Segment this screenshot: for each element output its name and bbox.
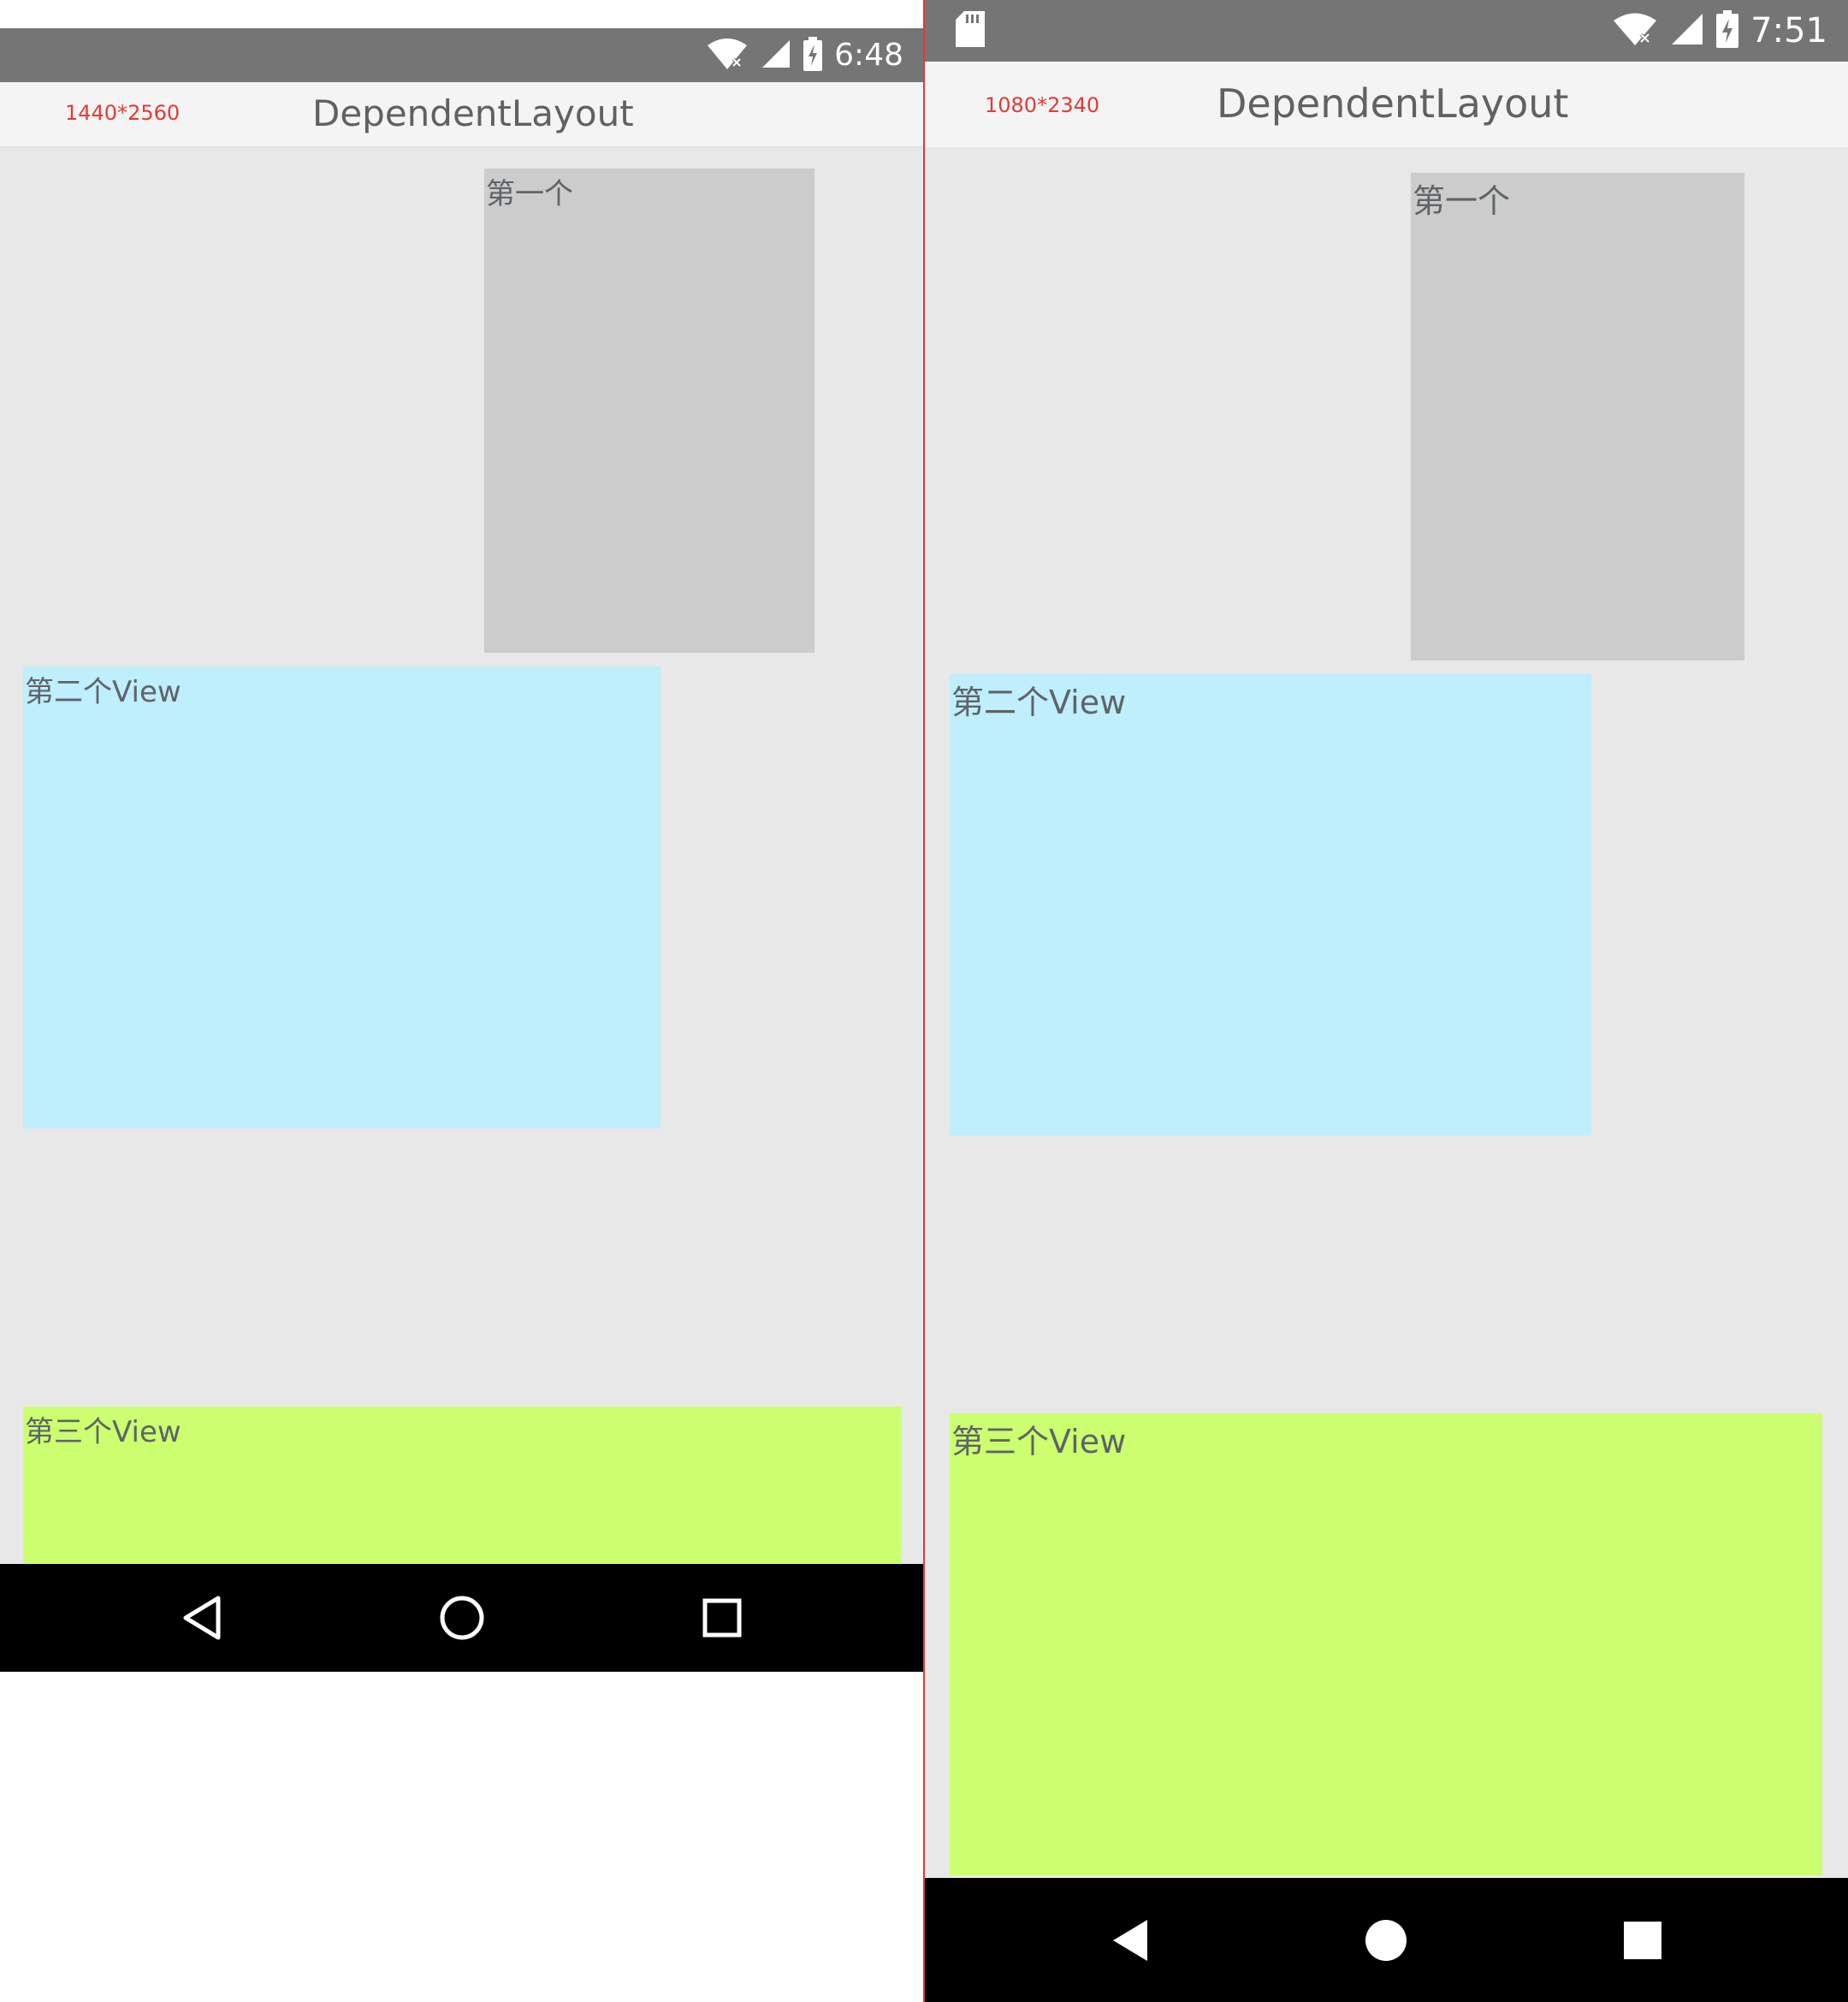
- signal-icon: [761, 38, 791, 73]
- sd-card-icon: [956, 11, 985, 50]
- third-view-label: 第三个View: [951, 1423, 1127, 1460]
- second-view: 第二个View: [950, 674, 1591, 1135]
- status-bar: 7:51: [925, 0, 1848, 62]
- status-icons: 7:51: [1612, 0, 1827, 62]
- resolution-label: 1440*2560: [65, 101, 181, 125]
- first-view-label: 第一个: [1413, 182, 1511, 220]
- content-area: 第一个 第二个View 第三个View: [925, 147, 1848, 1878]
- page-title: DependentLayout: [1217, 80, 1569, 127]
- battery-charging-icon: [1716, 10, 1739, 51]
- back-button[interactable]: [1110, 1918, 1151, 1963]
- first-view: 第一个: [484, 169, 814, 653]
- content-area: 第一个 第二个View 第三个View: [0, 147, 924, 1564]
- home-button[interactable]: [438, 1594, 486, 1642]
- navigation-bar: [0, 1564, 924, 1672]
- back-button[interactable]: [181, 1594, 225, 1642]
- back-icon: [1113, 1919, 1147, 1961]
- second-view-label: 第二个View: [25, 675, 181, 709]
- third-view-label: 第三个View: [25, 1415, 181, 1449]
- wifi-icon: [706, 37, 749, 74]
- status-time: 6:48: [834, 38, 903, 73]
- phone-screen-1080x2340: 7:51 1080*2340 DependentLayout 第一个 第二个Vi…: [925, 0, 1848, 2002]
- third-view: 第三个View: [950, 1413, 1822, 1875]
- home-icon: [1365, 1919, 1407, 1961]
- first-view-label: 第一个: [486, 177, 573, 211]
- first-view: 第一个: [1411, 173, 1744, 660]
- navigation-bar: [925, 1878, 1848, 2002]
- page-title: DependentLayout: [312, 92, 634, 134]
- home-button[interactable]: [1365, 1919, 1407, 1962]
- back-icon: [183, 1596, 221, 1640]
- battery-charging-icon: [803, 36, 823, 74]
- second-view: 第二个View: [23, 666, 660, 1128]
- recents-button[interactable]: [1623, 1921, 1662, 1960]
- status-notifications: [956, 0, 985, 62]
- app-bar: 1080*2340 DependentLayout: [925, 62, 1848, 149]
- wifi-icon: [1612, 11, 1658, 50]
- third-view: 第三个View: [23, 1407, 902, 1564]
- recents-button[interactable]: [702, 1597, 743, 1638]
- status-time: 7:51: [1750, 11, 1827, 50]
- second-view-label: 第二个View: [951, 684, 1127, 721]
- status-bar: 6:48: [0, 28, 924, 82]
- app-bar: 1440*2560 DependentLayout: [0, 82, 924, 148]
- recents-icon: [1624, 1921, 1661, 1959]
- recents-icon: [702, 1598, 742, 1638]
- status-icons: 6:48: [706, 28, 903, 82]
- resolution-label: 1080*2340: [985, 93, 1100, 117]
- phone-screen-1440x2560: 6:48 1440*2560 DependentLayout 第一个 第二个Vi…: [0, 0, 924, 2002]
- signal-icon: [1670, 12, 1704, 50]
- home-icon: [440, 1596, 484, 1640]
